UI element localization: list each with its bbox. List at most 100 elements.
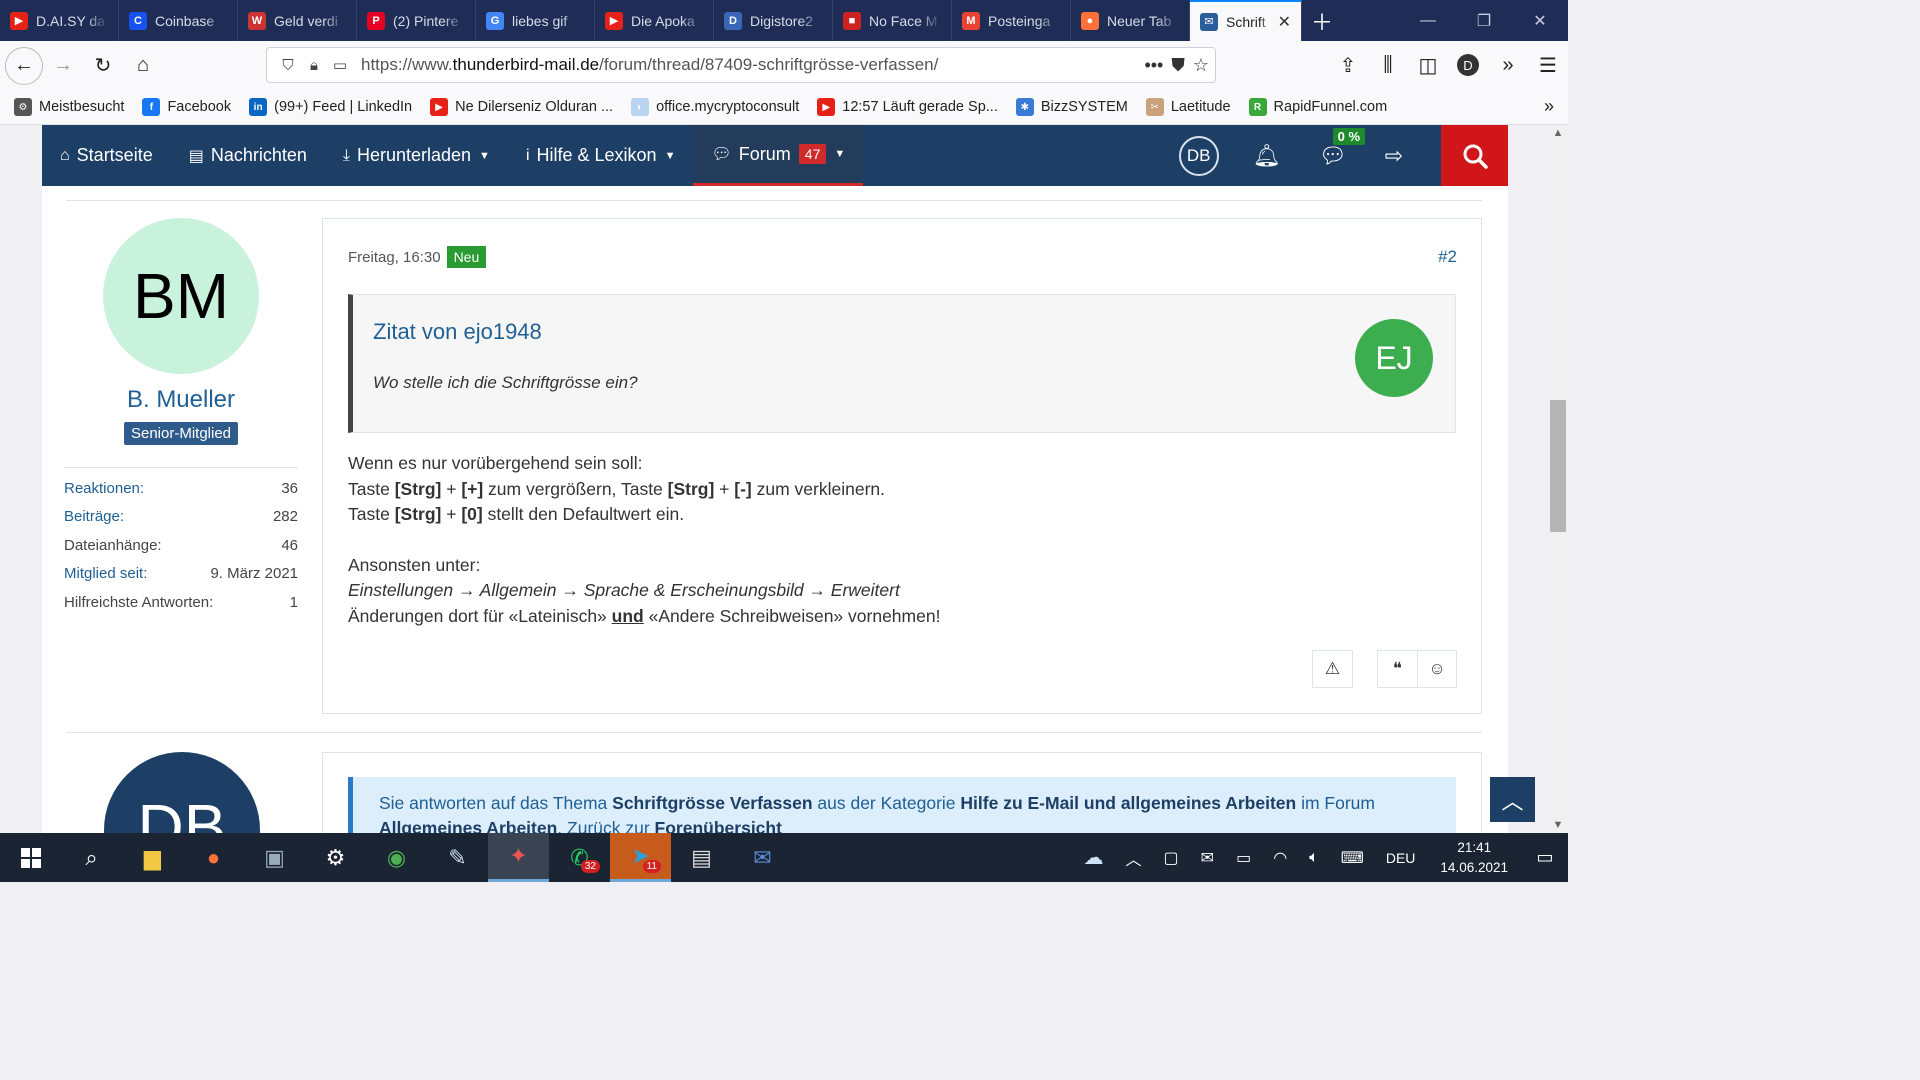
wifi-icon[interactable]: ◠ <box>1273 848 1287 868</box>
url-text[interactable]: https://www.thunderbird-mail.de/forum/th… <box>361 55 938 75</box>
browser-tab[interactable]: W Geld verdi <box>238 0 357 41</box>
url-bar[interactable]: ⛉ 🔒︎ ▭ https://www.thunderbird-mail.de/f… <box>266 47 1216 83</box>
pocket-icon[interactable]: ⛊ <box>1171 55 1185 76</box>
search-button[interactable] <box>1441 125 1508 186</box>
browser-tab[interactable]: M Posteinga <box>952 0 1071 41</box>
category-link[interactable]: Hilfe zu E-Mail und allgemeines Arbeiten <box>960 793 1296 813</box>
quote-author-avatar[interactable]: EJ <box>1355 319 1433 397</box>
bookmark-item[interactable]: ✱ BizzSYSTEM <box>1015 98 1128 116</box>
page-scrollbar[interactable]: ▲ ▼ <box>1548 125 1568 833</box>
mail-icon[interactable]: ✉ <box>1201 848 1214 868</box>
browser-tab[interactable]: Gliebes gif <box>476 0 595 41</box>
nav-news[interactable]: ▤ Nachrichten <box>171 125 325 186</box>
onedrive-cloud-icon[interactable]: ☁ <box>1084 845 1104 870</box>
chrome-icon[interactable]: ◉ <box>366 833 427 882</box>
post-permalink[interactable]: #2 <box>1438 247 1457 267</box>
page-actions-icon[interactable]: ••• <box>1144 55 1163 76</box>
minimize-window-icon[interactable]: — <box>1400 0 1456 41</box>
keyboard-icon[interactable]: ⌨ <box>1341 848 1364 868</box>
meet-now-icon[interactable]: ▢ <box>1164 848 1179 868</box>
nav-downloads[interactable]: ⤓ Herunterladen ▼ <box>325 125 508 186</box>
restore-window-icon[interactable]: ❐ <box>1456 0 1512 41</box>
stat-label[interactable]: Beiträge: <box>64 508 124 525</box>
conversations-icon[interactable]: 💬︎ 0 % <box>1319 127 1366 169</box>
user-avatar[interactable]: DB <box>1178 135 1219 176</box>
browser-tab[interactable]: P (2) Pintere <box>357 0 476 41</box>
bookmark-star-icon[interactable]: ☆ <box>1193 55 1209 76</box>
bookmark-item[interactable]: R RapidFunnel.com <box>1248 98 1387 116</box>
nav-forum[interactable]: 💬︎ Forum 47 ▼ <box>693 125 864 186</box>
notifications-bell-icon[interactable]: 🔔︎ <box>1253 143 1281 169</box>
author-avatar[interactable]: BM <box>103 218 259 374</box>
browser-tab[interactable]: ■ No Face M <box>833 0 952 41</box>
report-icon[interactable]: ⚠ <box>1313 651 1352 687</box>
bookmark-item[interactable]: ◐ office.mycryptoconsult <box>631 98 799 116</box>
library-icon[interactable]: ⫼ <box>1368 45 1408 85</box>
tray-chevron-icon[interactable]: ︿ <box>1126 846 1142 870</box>
telegram-icon[interactable]: ➤ 11 <box>610 833 671 882</box>
overflow-chevron-icon[interactable]: » <box>1488 45 1528 85</box>
system-app-icon[interactable]: ▣ <box>244 833 305 882</box>
reaction-smiley-icon[interactable]: ☺ <box>1417 651 1456 687</box>
scrollbar-thumb[interactable] <box>1550 400 1566 532</box>
bookmark-item[interactable]: f Facebook <box>142 98 231 116</box>
language-indicator[interactable]: DEU <box>1386 850 1416 866</box>
forum-overview-link[interactable]: Forenübersicht <box>655 818 782 833</box>
documents-icon[interactable]: ▤ <box>671 833 732 882</box>
bookmark-item[interactable]: ▶ 12:57 Läuft gerade Sp... <box>817 98 998 116</box>
tab-active[interactable]: ✉ Schrift ✕ <box>1190 0 1302 41</box>
paint-app-icon[interactable]: ✎ <box>427 833 488 882</box>
page-info-icon[interactable]: ▭ <box>327 56 353 74</box>
clock[interactable]: 21:41 14.06.2021 <box>1440 838 1508 878</box>
volume-icon[interactable]: 🔈︎ <box>1309 849 1319 867</box>
forward-button[interactable]: → <box>43 46 83 86</box>
reload-button[interactable]: ↻ <box>83 46 123 86</box>
nav-help-lexicon[interactable]: i Hilfe & Lexikon ▼ <box>508 125 694 186</box>
bookmark-item[interactable]: ▶ Ne Dilerseniz Olduran ... <box>430 98 613 116</box>
nav-home[interactable]: ⌂ Startseite <box>42 125 171 186</box>
bookmark-item[interactable]: ⚙ Meistbesucht <box>14 98 124 116</box>
tracking-protection-icon[interactable]: ⛉ <box>275 57 301 74</box>
bookmarks-overflow-icon[interactable]: » <box>1544 96 1554 117</box>
quote-icon[interactable]: ❝ <box>1378 651 1417 687</box>
browser-tab[interactable]: ● Neuer Tab <box>1071 0 1190 41</box>
menu-hamburger-icon[interactable]: ☰ <box>1528 45 1568 85</box>
quote-author-link[interactable]: Zitat von ejo1948 <box>373 319 542 345</box>
app-pinned-icon[interactable]: ✦ <box>488 833 549 882</box>
start-windows-icon[interactable] <box>0 833 61 882</box>
bookmark-item[interactable]: ✂ Laetitude <box>1145 98 1231 116</box>
browser-tab[interactable]: D Digistore2 <box>714 0 833 41</box>
home-button[interactable]: ⌂ <box>123 46 163 86</box>
post-time[interactable]: Freitag, 16:30 <box>348 249 441 266</box>
scroll-to-top-button[interactable]: ︿ <box>1490 777 1535 822</box>
logout-icon[interactable]: ⇨ <box>1385 143 1403 169</box>
scroll-up-icon[interactable]: ▲ <box>1548 127 1568 139</box>
forum-link[interactable]: Allgemeines Arbeiten <box>379 818 557 833</box>
search-icon[interactable]: ⌕ <box>61 833 122 882</box>
browser-tab[interactable]: ▶ Die Apoka <box>595 0 714 41</box>
close-tab-icon[interactable]: ✕ <box>1278 12 1291 32</box>
lock-icon[interactable]: 🔒︎ <box>301 57 327 74</box>
profile-button[interactable]: D <box>1448 45 1488 85</box>
tab-favicon-icon: ■ <box>843 11 861 30</box>
browser-tab[interactable]: C Coinbase <box>119 0 238 41</box>
back-button[interactable]: ← <box>5 46 43 85</box>
browser-tab[interactable]: ▶ D.AI.SY da <box>0 0 119 41</box>
file-explorer-icon[interactable]: ▆ <box>122 833 183 882</box>
stat-label[interactable]: Reaktionen: <box>64 480 144 497</box>
whatsapp-icon[interactable]: ✆ 32 <box>549 833 610 882</box>
settings-gear-icon[interactable]: ⚙ <box>305 833 366 882</box>
bookmarks-toolbar-icon[interactable]: ⇪ <box>1328 45 1368 85</box>
bookmark-item[interactable]: in (99+) Feed | LinkedIn <box>249 98 412 116</box>
battery-icon[interactable]: ▭ <box>1236 848 1251 868</box>
firefox-icon[interactable]: ● <box>183 833 244 882</box>
close-window-icon[interactable]: ✕ <box>1512 0 1568 41</box>
scroll-down-icon[interactable]: ▼ <box>1548 819 1568 831</box>
topic-link[interactable]: Schriftgrösse Verfassen <box>612 793 812 813</box>
new-tab-button[interactable]: ＋ <box>1302 0 1342 41</box>
thunderbird-icon[interactable]: ✉ <box>732 833 793 882</box>
notifications-icon[interactable]: ▭ <box>1522 847 1568 868</box>
stat-label[interactable]: Mitglied seit: <box>64 565 147 582</box>
author-name[interactable]: B. Mueller <box>64 386 298 414</box>
sidebar-icon[interactable]: ◫ <box>1408 45 1448 85</box>
